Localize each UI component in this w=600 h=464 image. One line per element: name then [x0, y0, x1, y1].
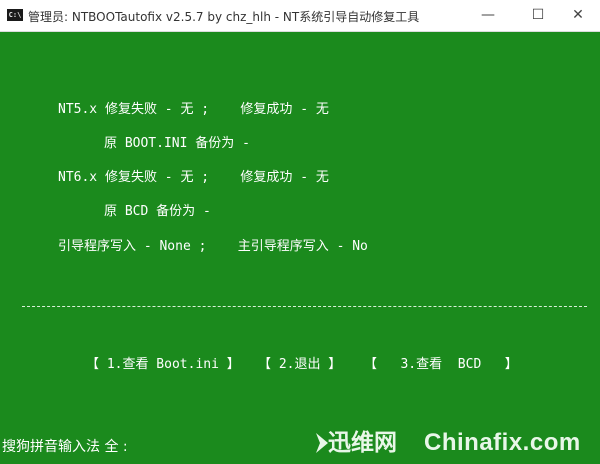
cmd-app-icon: C:\ — [7, 9, 23, 21]
menu-view-boot-ini[interactable]: 【 1.查看 Boot.ini 】 — [86, 353, 240, 372]
dashed-divider — [22, 306, 587, 307]
watermark: 迅维网 Chinafix.com — [314, 424, 600, 464]
ime-status-bar: 搜狗拼音输入法 全 : — [2, 439, 128, 455]
watermark-xunwei-text: 迅维网 — [328, 430, 397, 456]
console-window: C:\ 管理员: NTBOOTautofix v2.5.7 by chz_hlh… — [0, 0, 600, 464]
watermark-chinafix-text: Chinafix.com — [424, 429, 581, 456]
maximize-button[interactable]: ☐ — [518, 0, 558, 31]
nt6-status-line: NT6.x 修复失败 - 无 ; 修复成功 - 无 — [58, 170, 329, 185]
close-button[interactable]: ✕ — [558, 0, 598, 31]
window-title: 管理员: NTBOOTautofix v2.5.7 by chz_hlh - N… — [28, 10, 420, 24]
nt5-backup-line: 原 BOOT.INI 备份为 - — [104, 136, 250, 151]
menu-exit[interactable]: 【 2.退出 】 — [258, 353, 341, 372]
menu-view-bcd[interactable]: 【 3.查看 BCD 】 — [364, 353, 518, 372]
nt5-status-line: NT5.x 修复失败 - 无 ; 修复成功 - 无 — [58, 102, 329, 117]
nt6-backup-line: 原 BCD 备份为 - — [104, 204, 211, 219]
console-output: NT5.x 修复失败 - 无 ; 修复成功 - 无 原 BOOT.INI 备份为… — [0, 32, 600, 464]
title-bar[interactable]: C:\ 管理员: NTBOOTautofix v2.5.7 by chz_hlh… — [0, 0, 600, 32]
minimize-button[interactable]: — — [468, 0, 508, 31]
boot-write-line: 引导程序写入 - None ; 主引导程序写入 - No — [58, 239, 368, 254]
